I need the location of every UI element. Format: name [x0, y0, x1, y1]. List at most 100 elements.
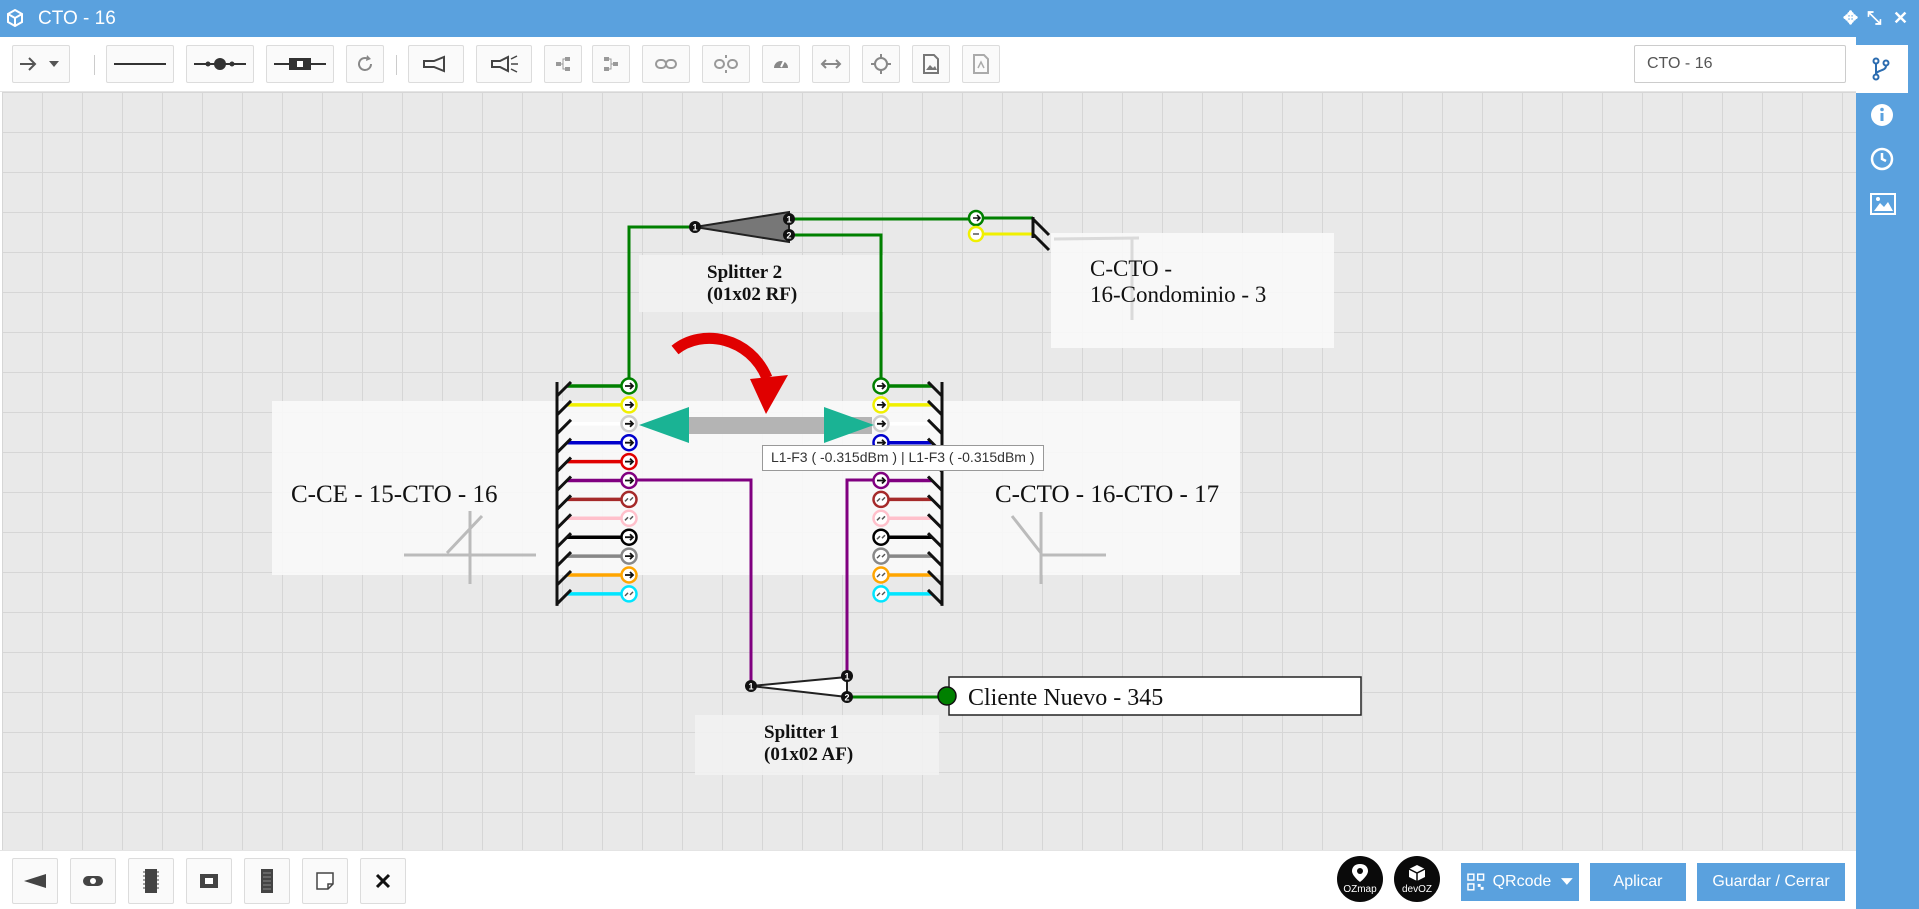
delete-button[interactable] [360, 858, 406, 904]
splitter2-body[interactable] [694, 210, 790, 244]
link-button[interactable] [642, 45, 690, 83]
cable-left-tick [555, 588, 573, 605]
ozmap-logo[interactable]: OZmap [1337, 856, 1383, 902]
power-meter-button[interactable] [476, 45, 532, 83]
crosshair-icon [871, 54, 891, 74]
fusion-icon [194, 58, 246, 70]
sidebar-tab-diagram[interactable] [1856, 45, 1908, 93]
connector-block-icon [200, 874, 218, 888]
qrcode-dropdown-button[interactable]: QRcode [1461, 863, 1579, 901]
image-gallery-icon[interactable] [1870, 193, 1896, 215]
splitter1-type: (01x02 AF) [764, 744, 853, 765]
add-cable-button[interactable] [128, 858, 174, 904]
apply-button[interactable]: Aplicar [1590, 863, 1686, 901]
add-connector-bottom-button[interactable] [186, 858, 232, 904]
branch-icon [1872, 57, 1890, 81]
link-icon [655, 59, 677, 69]
client-port[interactable] [937, 686, 957, 706]
expand-horizontal-button[interactable] [812, 45, 850, 83]
dashboard-button[interactable] [762, 45, 800, 83]
cable-top-label-line2: 16-Condominio - 3 [1090, 282, 1266, 307]
add-fusion-box-button[interactable] [70, 858, 116, 904]
tree-left-button[interactable] [544, 45, 582, 83]
splitter1-name: Splitter 1 [764, 722, 839, 743]
devoz-logo[interactable]: devOZ [1394, 856, 1440, 902]
close-x-icon [375, 873, 391, 889]
light-source-button[interactable] [408, 45, 464, 83]
save-close-button[interactable]: Guardar / Cerrar [1697, 863, 1845, 901]
port-left-7[interactable] [620, 490, 638, 509]
svg-text:1: 1 [786, 215, 791, 225]
splitter2-name: Splitter 2 [707, 262, 782, 283]
arrow-right-icon [20, 57, 59, 71]
bottom-toolbar: OZmap devOZ QRcode Aplicar Guardar / Cer… [0, 850, 1856, 909]
tree-reverse-icon [604, 57, 618, 71]
cable-top-label-line1: C-CTO - [1090, 256, 1172, 281]
tree-right-button[interactable] [592, 45, 630, 83]
connector-icon [274, 58, 326, 70]
svg-text:2: 2 [844, 693, 849, 703]
add-dio-button[interactable] [244, 858, 290, 904]
svg-text:2: 2 [786, 231, 791, 241]
draw-line-button[interactable] [106, 45, 174, 83]
splitter2-type: (01x02 RF) [707, 284, 797, 305]
window-titlebar: CTO - 16 ✥ ⤡ ✕ [0, 0, 1919, 37]
add-connector-button[interactable] [266, 45, 334, 83]
pointer-mode-dropdown[interactable] [12, 45, 70, 83]
export-pdf-button[interactable] [962, 45, 1000, 83]
close-window-icon[interactable]: ✕ [1893, 8, 1908, 29]
cable-left-tick [555, 380, 573, 398]
info-icon[interactable] [1870, 103, 1894, 127]
connection-tooltip: L1-F3 ( -0.315dBm ) | L1-F3 ( -0.315dBm … [762, 445, 1044, 471]
unlink-icon [714, 55, 738, 73]
port-right-8[interactable] [872, 509, 890, 528]
export-image-button[interactable] [912, 45, 950, 83]
image-file-icon [923, 54, 939, 74]
cable-icon [143, 869, 159, 893]
svg-text:1: 1 [692, 223, 697, 233]
light-beam-icon [491, 55, 518, 73]
port-right-9[interactable] [872, 528, 890, 546]
element-name-input[interactable] [1634, 45, 1846, 83]
diagram-canvas[interactable]: C-CE - 15-CTO - 16 C-CTO - 16-CTO - 17 C… [2, 92, 1856, 850]
pdf-file-icon [973, 54, 989, 74]
flashlight-icon [423, 55, 445, 73]
cable-right-label: C-CTO - 16-CTO - 17 [995, 481, 1219, 508]
gauge-icon [774, 60, 788, 68]
unlink-button[interactable] [702, 45, 750, 83]
cable-right-tick [926, 588, 944, 605]
port-right-12[interactable] [872, 585, 890, 603]
toolbar-separator [396, 55, 397, 75]
port-right-11[interactable] [872, 566, 890, 584]
cube-logo-icon [1408, 865, 1426, 881]
dio-icon [261, 869, 273, 893]
port-right-10[interactable] [872, 547, 890, 565]
port-left-12[interactable] [620, 585, 638, 603]
splice-diagram: C-CE - 15-CTO - 16 C-CTO - 16-CTO - 17 C… [272, 209, 1362, 775]
center-button[interactable] [862, 45, 900, 83]
toolbar [0, 37, 1856, 92]
add-fusion-button[interactable] [186, 45, 254, 83]
toolbar-separator [94, 55, 95, 75]
add-splitter-button[interactable] [12, 858, 58, 904]
map-pin-icon [1352, 864, 1368, 882]
history-clock-icon[interactable] [1870, 147, 1894, 171]
collapse-icon[interactable]: ⤡ [1867, 8, 1881, 29]
redo-button[interactable] [346, 45, 384, 83]
splitter1-body[interactable] [750, 675, 848, 699]
fusion-box-icon [83, 876, 103, 886]
move-icon[interactable]: ✥ [1843, 8, 1858, 29]
arrows-horizontal-icon [820, 59, 842, 69]
port-left-8[interactable] [620, 509, 638, 528]
splitter-icon [24, 874, 46, 888]
port-right-7[interactable] [872, 490, 890, 509]
add-note-button[interactable] [302, 858, 348, 904]
qrcode-label: QRcode [1492, 873, 1552, 890]
client-label: Cliente Nuevo - 345 [968, 685, 1163, 711]
tree-icon [556, 57, 570, 71]
qrcode-icon [1467, 873, 1485, 891]
svg-text:1: 1 [748, 682, 753, 692]
caret-down-icon [1561, 878, 1573, 885]
window-title: CTO - 16 [38, 8, 116, 29]
note-icon [316, 872, 334, 890]
